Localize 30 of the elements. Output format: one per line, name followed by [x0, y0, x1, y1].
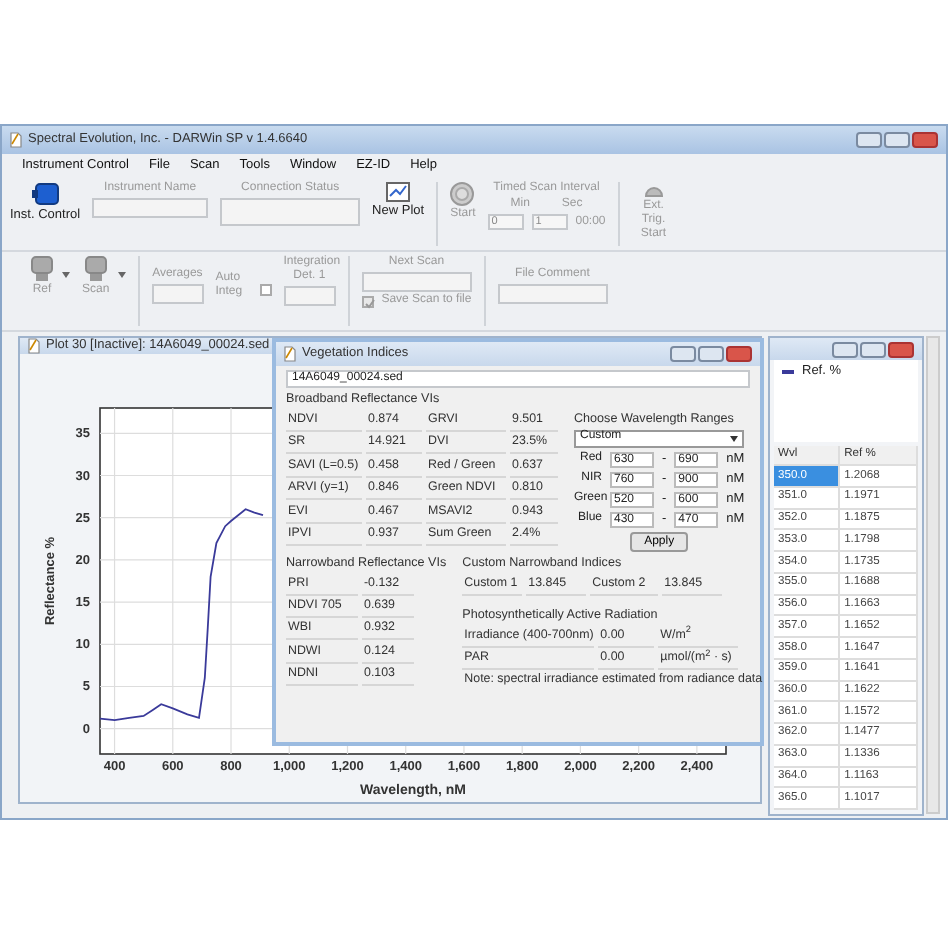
- averages-dropdown[interactable]: [151, 284, 204, 305]
- minimize-button[interactable]: [856, 132, 882, 148]
- checkbox[interactable]: [259, 284, 272, 296]
- file-comment-field[interactable]: [497, 284, 608, 305]
- trigger-icon[interactable]: [643, 182, 664, 198]
- connection-status-field: [220, 198, 361, 227]
- round-button-icon[interactable]: [450, 182, 475, 206]
- caret-icon[interactable]: [117, 272, 126, 278]
- maximize-button[interactable]: [860, 341, 886, 358]
- document-icon: [284, 346, 296, 362]
- minimize-button[interactable]: [670, 346, 696, 362]
- integration-dropdown[interactable]: [283, 286, 336, 307]
- caret-icon: [730, 435, 739, 442]
- monitor-icon[interactable]: [83, 256, 108, 282]
- close-button[interactable]: [912, 132, 938, 148]
- close-button[interactable]: [726, 346, 752, 362]
- device-icon[interactable]: [31, 182, 60, 206]
- monitor-icon[interactable]: [30, 256, 54, 282]
- maximize-button[interactable]: [698, 346, 724, 362]
- instrument-name-field[interactable]: [92, 198, 209, 219]
- checkbox[interactable]: [361, 295, 374, 308]
- close-button[interactable]: [888, 341, 914, 358]
- minimize-button[interactable]: [832, 341, 858, 358]
- scrollbar[interactable]: [926, 336, 940, 814]
- document-icon: [28, 338, 40, 354]
- caret-icon[interactable]: [62, 272, 70, 278]
- next-scan-field: [361, 272, 472, 293]
- document-icon: [10, 132, 22, 148]
- maximize-button[interactable]: [884, 132, 910, 148]
- chart-icon[interactable]: [386, 182, 411, 202]
